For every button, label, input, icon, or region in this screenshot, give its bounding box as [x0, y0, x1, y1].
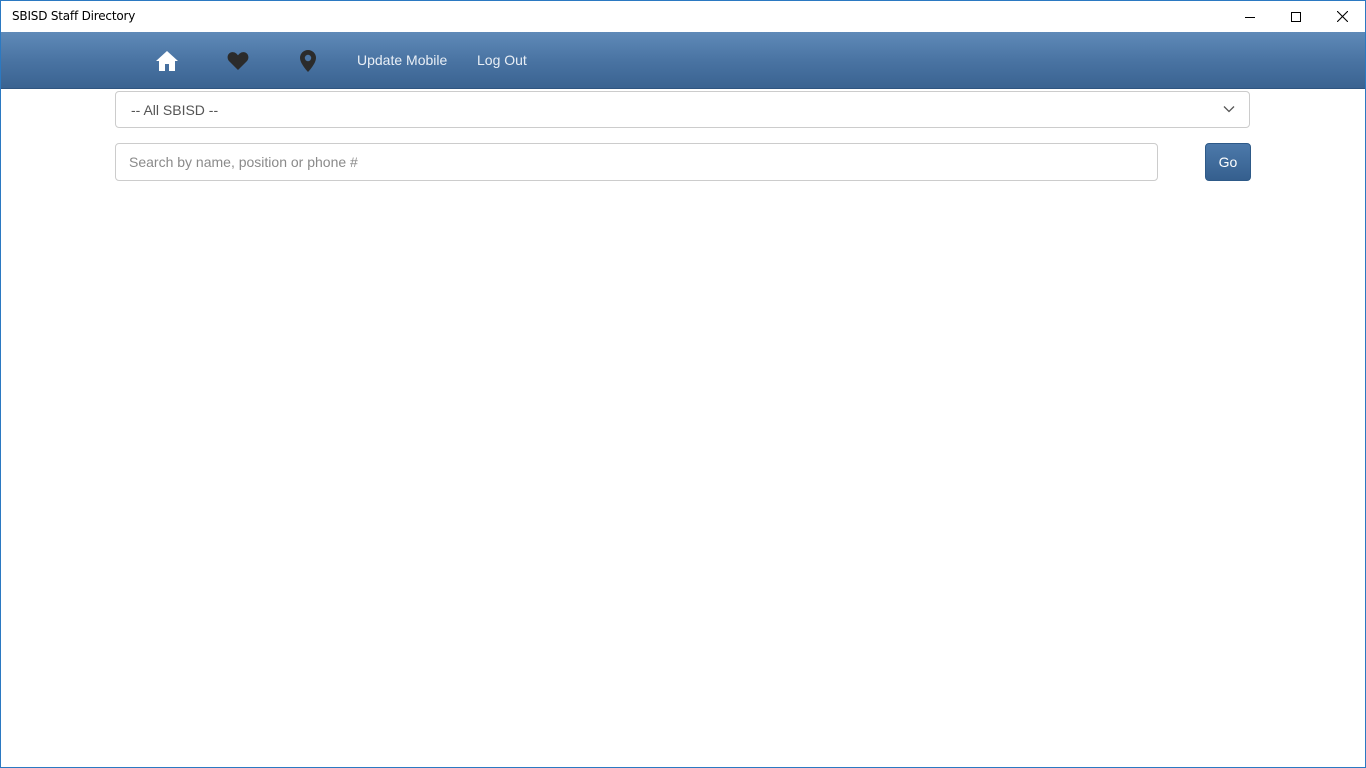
- chevron-down-icon: [1223, 106, 1235, 113]
- home-button[interactable]: [147, 32, 187, 89]
- heart-icon: [227, 51, 249, 70]
- favorites-button[interactable]: [218, 32, 258, 89]
- search-input[interactable]: [115, 143, 1158, 181]
- nav-bar: Update Mobile Log Out: [1, 32, 1365, 89]
- window-title: SBISD Staff Directory: [12, 9, 136, 23]
- campus-select-value: -- All SBISD --: [131, 102, 219, 118]
- go-button[interactable]: Go: [1205, 143, 1251, 181]
- app-window: SBISD Staff Directory Update Mobile Log …: [0, 0, 1366, 768]
- minimize-icon: [1245, 16, 1255, 18]
- location-button[interactable]: [288, 32, 328, 89]
- campus-select[interactable]: -- All SBISD --: [115, 91, 1250, 128]
- close-icon: [1336, 11, 1348, 22]
- close-button[interactable]: [1319, 1, 1365, 32]
- log-out-link[interactable]: Log Out: [477, 52, 527, 68]
- maximize-icon: [1291, 11, 1301, 22]
- home-icon: [156, 50, 178, 71]
- update-mobile-link[interactable]: Update Mobile: [357, 52, 447, 68]
- map-pin-icon: [300, 49, 316, 72]
- minimize-button[interactable]: [1227, 1, 1273, 32]
- title-bar: SBISD Staff Directory: [1, 1, 1365, 32]
- maximize-button[interactable]: [1273, 1, 1319, 32]
